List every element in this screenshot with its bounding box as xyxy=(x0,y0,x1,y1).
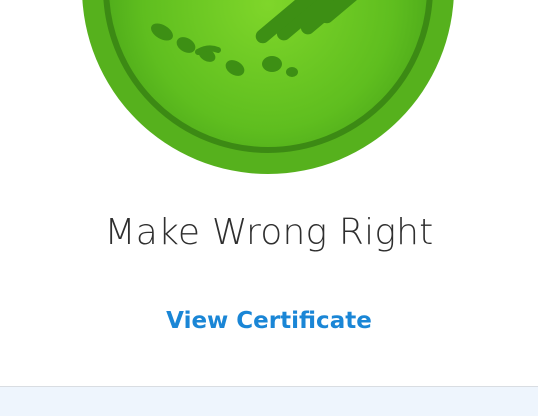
achievement-title: Make Wrong Right xyxy=(104,212,434,253)
view-certificate-link[interactable]: View Certificate xyxy=(0,304,538,338)
footer-band xyxy=(0,387,538,416)
handshake-icon xyxy=(82,0,454,174)
badge-medal xyxy=(82,0,454,174)
achievement-card: Make Wrong Right View Certificate xyxy=(0,0,538,386)
